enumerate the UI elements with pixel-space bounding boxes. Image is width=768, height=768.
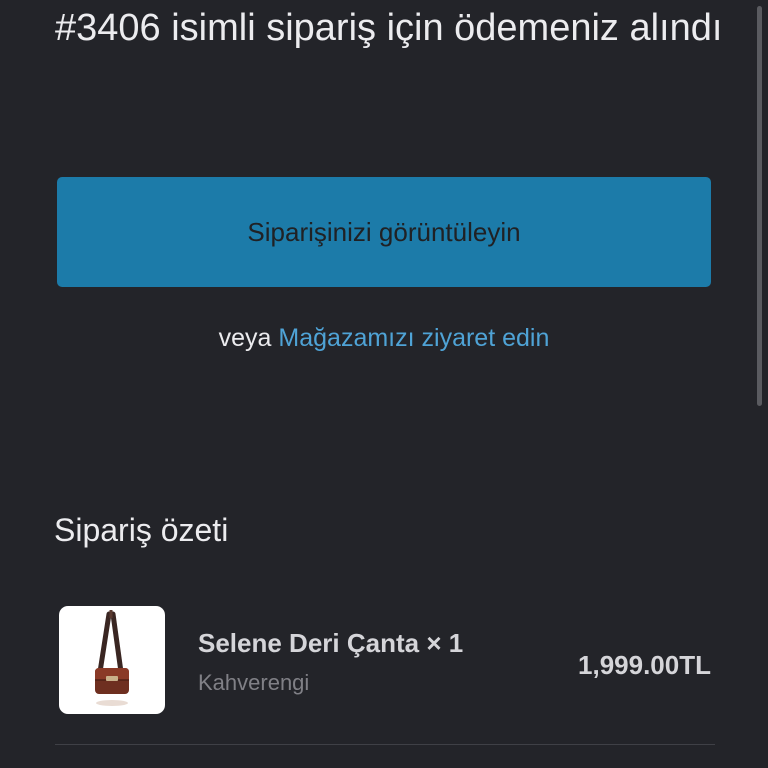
item-name: Selene Deri Çanta × 1 [198,628,464,658]
scrollbar[interactable] [757,6,762,406]
bag-image-icon [95,610,129,706]
item-variant: Kahverengi [198,670,310,695]
order-item-row: Selene Deri Çanta × 1 Kahverengi 1,999.0… [57,604,713,716]
item-price: 1,999.00TL [578,650,711,680]
view-order-button[interactable]: Siparişinizi görüntüleyin [57,177,711,287]
visit-store-link[interactable]: Mağazamızı ziyaret edin [278,324,549,352]
divider [55,744,715,745]
order-summary-title: Sipariş özeti [54,512,229,548]
alternative-action-line: veya Mağazamızı ziyaret edin [0,324,768,353]
order-confirmation-page: #3406 isimli sipariş için ödemeniz alınd… [0,0,768,768]
page-title: #3406 isimli sipariş için ödemeniz alınd… [55,7,723,49]
or-text: veya [218,324,279,352]
product-thumbnail [59,606,165,714]
